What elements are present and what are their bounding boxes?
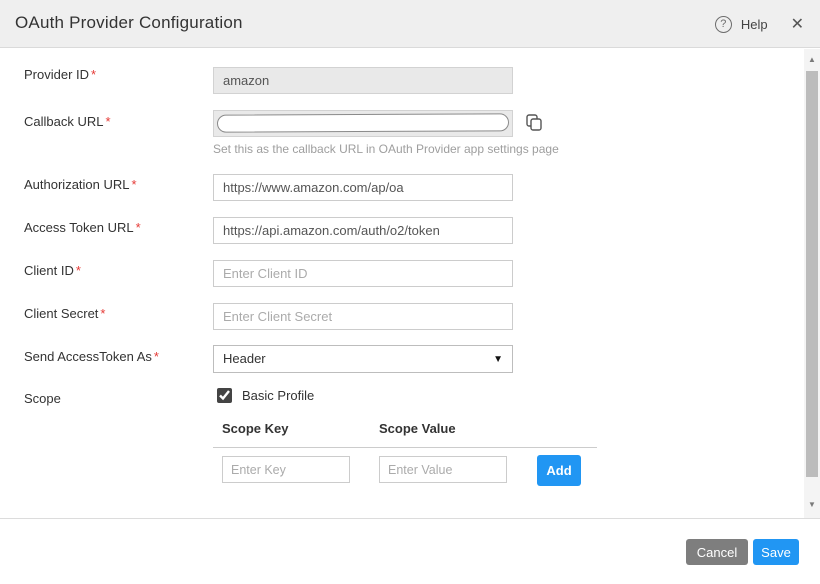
scroll-down-icon[interactable]: ▼ [804,498,820,512]
scope-table-divider [213,447,597,448]
client-id-field[interactable] [213,260,513,287]
page-title: OAuth Provider Configuration [15,13,243,33]
required-asterisk: * [105,114,110,129]
required-asterisk: * [91,67,96,82]
chevron-down-icon: ▼ [493,346,503,373]
callback-url-label: Callback URL* [24,114,111,129]
basic-profile-checkbox[interactable] [217,388,232,403]
help-icon[interactable]: ? [715,16,732,33]
access-token-url-field[interactable] [213,217,513,244]
oauth-provider-dialog: OAuth Provider Configuration ? Help ✕ Pr… [0,0,820,584]
client-id-label: Client ID* [24,263,81,278]
provider-id-label: Provider ID* [24,67,96,82]
add-scope-button[interactable]: Add [537,455,581,486]
redacted-value [217,113,509,132]
basic-profile-checkbox-row: Basic Profile [217,388,314,403]
client-secret-label: Client Secret* [24,306,105,321]
save-button[interactable]: Save [753,539,799,565]
callback-url-field [213,110,513,137]
dialog-body: Provider ID* Callback URL* Set this as t… [0,49,804,518]
required-asterisk: * [132,177,137,192]
send-access-token-as-label: Send AccessToken As* [24,349,159,364]
close-icon[interactable]: ✕ [787,12,808,36]
required-asterisk: * [100,306,105,321]
scope-value-header: Scope Value [379,421,456,436]
required-asterisk: * [154,349,159,364]
scroll-up-icon[interactable]: ▲ [804,53,820,67]
authorization-url-label: Authorization URL* [24,177,137,192]
scope-key-header: Scope Key [222,421,288,436]
basic-profile-checkbox-label: Basic Profile [242,388,314,403]
scrollbar[interactable]: ▲ ▼ [804,49,820,518]
client-secret-field[interactable] [213,303,513,330]
scope-label: Scope [24,391,61,406]
scrollbar-thumb[interactable] [806,71,818,477]
scope-value-input[interactable] [379,456,507,483]
dialog-header: OAuth Provider Configuration ? Help ✕ [0,0,820,48]
dialog-footer: Cancel Save [0,518,820,584]
access-token-url-label: Access Token URL* [24,220,141,235]
authorization-url-field[interactable] [213,174,513,201]
send-access-token-select[interactable]: Header ▼ [213,345,513,373]
provider-id-field [213,67,513,94]
required-asterisk: * [76,263,81,278]
callback-url-helper-text: Set this as the callback URL in OAuth Pr… [213,142,559,156]
scope-key-input[interactable] [222,456,350,483]
cancel-button[interactable]: Cancel [686,539,748,565]
required-asterisk: * [136,220,141,235]
help-link[interactable]: Help [741,17,768,32]
copy-icon[interactable] [523,112,545,134]
